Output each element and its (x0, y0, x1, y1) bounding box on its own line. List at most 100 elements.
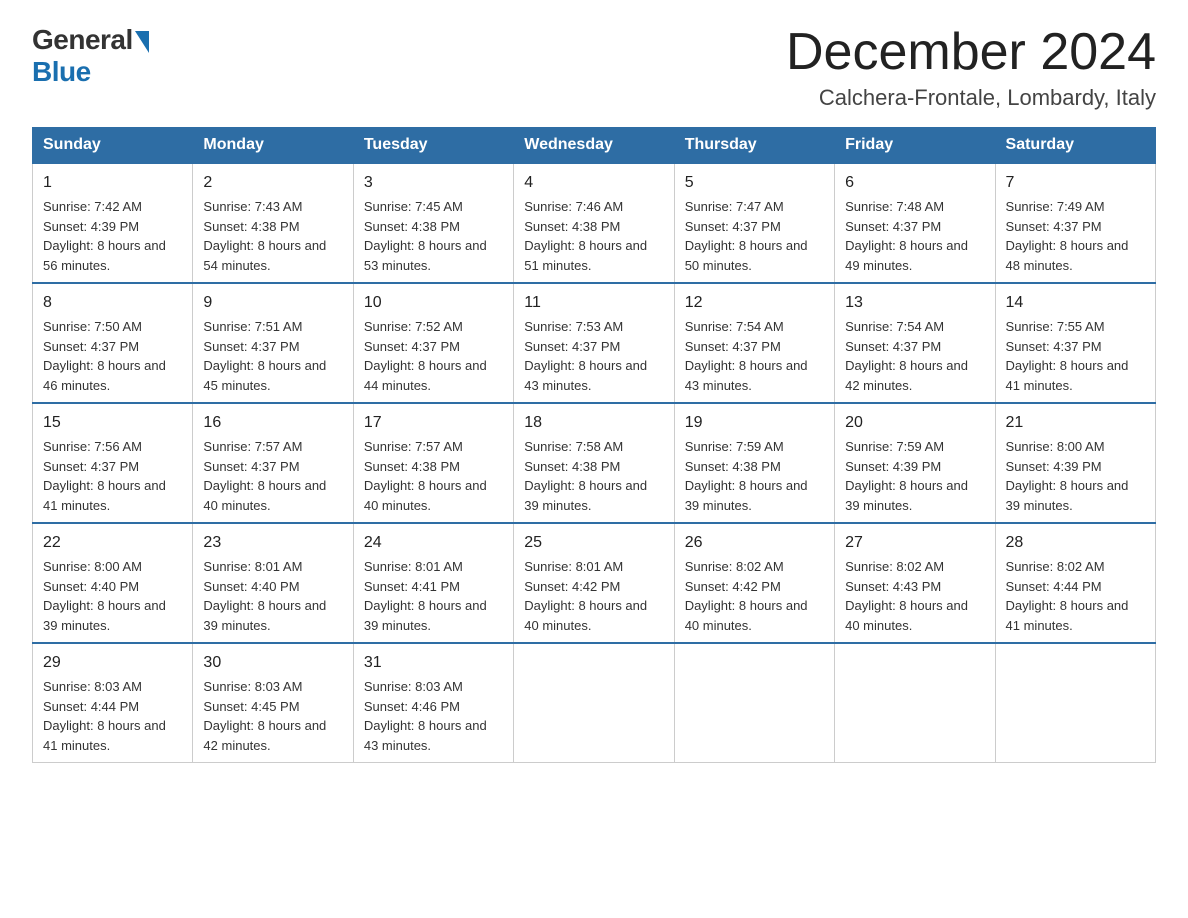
calendar-cell (514, 643, 674, 763)
sunset-text: Sunset: 4:40 PM (43, 579, 139, 594)
sunset-text: Sunset: 4:43 PM (845, 579, 941, 594)
day-number: 3 (364, 171, 503, 195)
sunset-text: Sunset: 4:41 PM (364, 579, 460, 594)
day-number: 25 (524, 531, 663, 555)
sunset-text: Sunset: 4:39 PM (845, 459, 941, 474)
sunset-text: Sunset: 4:38 PM (685, 459, 781, 474)
calendar-cell: 17Sunrise: 7:57 AMSunset: 4:38 PMDayligh… (353, 403, 513, 523)
daylight-text: Daylight: 8 hours and 39 minutes. (203, 598, 326, 633)
calendar-cell: 31Sunrise: 8:03 AMSunset: 4:46 PMDayligh… (353, 643, 513, 763)
daylight-text: Daylight: 8 hours and 39 minutes. (524, 478, 647, 513)
daylight-text: Daylight: 8 hours and 42 minutes. (845, 358, 968, 393)
calendar-cell: 23Sunrise: 8:01 AMSunset: 4:40 PMDayligh… (193, 523, 353, 643)
day-number: 15 (43, 411, 182, 435)
calendar-title: December 2024 (786, 24, 1156, 81)
sunset-text: Sunset: 4:37 PM (524, 339, 620, 354)
daylight-text: Daylight: 8 hours and 40 minutes. (845, 598, 968, 633)
sunset-text: Sunset: 4:40 PM (203, 579, 299, 594)
weekday-header: Wednesday (514, 128, 674, 164)
sunrise-text: Sunrise: 7:54 AM (685, 319, 784, 334)
sunset-text: Sunset: 4:37 PM (845, 219, 941, 234)
day-number: 28 (1006, 531, 1145, 555)
day-number: 18 (524, 411, 663, 435)
sunset-text: Sunset: 4:37 PM (685, 339, 781, 354)
calendar-cell: 8Sunrise: 7:50 AMSunset: 4:37 PMDaylight… (33, 283, 193, 403)
daylight-text: Daylight: 8 hours and 39 minutes. (43, 598, 166, 633)
daylight-text: Daylight: 8 hours and 39 minutes. (845, 478, 968, 513)
calendar-cell (995, 643, 1155, 763)
sunrise-text: Sunrise: 8:03 AM (203, 679, 302, 694)
sunset-text: Sunset: 4:44 PM (43, 699, 139, 714)
calendar-table: SundayMondayTuesdayWednesdayThursdayFrid… (32, 127, 1156, 763)
page-header: General Blue December 2024 Calchera-Fron… (32, 24, 1156, 111)
day-number: 7 (1006, 171, 1145, 195)
daylight-text: Daylight: 8 hours and 49 minutes. (845, 238, 968, 273)
sunrise-text: Sunrise: 8:00 AM (1006, 439, 1105, 454)
sunrise-text: Sunrise: 8:01 AM (364, 559, 463, 574)
weekday-header: Saturday (995, 128, 1155, 164)
daylight-text: Daylight: 8 hours and 41 minutes. (43, 718, 166, 753)
sunrise-text: Sunrise: 7:57 AM (203, 439, 302, 454)
sunrise-text: Sunrise: 8:03 AM (43, 679, 142, 694)
daylight-text: Daylight: 8 hours and 50 minutes. (685, 238, 808, 273)
sunrise-text: Sunrise: 8:02 AM (1006, 559, 1105, 574)
sunrise-text: Sunrise: 8:01 AM (524, 559, 623, 574)
day-number: 17 (364, 411, 503, 435)
sunset-text: Sunset: 4:38 PM (364, 219, 460, 234)
sunset-text: Sunset: 4:42 PM (685, 579, 781, 594)
calendar-cell: 13Sunrise: 7:54 AMSunset: 4:37 PMDayligh… (835, 283, 995, 403)
daylight-text: Daylight: 8 hours and 51 minutes. (524, 238, 647, 273)
sunrise-text: Sunrise: 8:03 AM (364, 679, 463, 694)
sunset-text: Sunset: 4:37 PM (685, 219, 781, 234)
day-number: 5 (685, 171, 824, 195)
daylight-text: Daylight: 8 hours and 43 minutes. (685, 358, 808, 393)
calendar-cell: 4Sunrise: 7:46 AMSunset: 4:38 PMDaylight… (514, 163, 674, 283)
daylight-text: Daylight: 8 hours and 53 minutes. (364, 238, 487, 273)
calendar-cell: 14Sunrise: 7:55 AMSunset: 4:37 PMDayligh… (995, 283, 1155, 403)
sunset-text: Sunset: 4:37 PM (203, 459, 299, 474)
calendar-cell: 30Sunrise: 8:03 AMSunset: 4:45 PMDayligh… (193, 643, 353, 763)
sunrise-text: Sunrise: 7:52 AM (364, 319, 463, 334)
daylight-text: Daylight: 8 hours and 41 minutes. (1006, 598, 1129, 633)
day-number: 13 (845, 291, 984, 315)
daylight-text: Daylight: 8 hours and 41 minutes. (43, 478, 166, 513)
daylight-text: Daylight: 8 hours and 39 minutes. (364, 598, 487, 633)
day-number: 21 (1006, 411, 1145, 435)
daylight-text: Daylight: 8 hours and 44 minutes. (364, 358, 487, 393)
calendar-cell: 27Sunrise: 8:02 AMSunset: 4:43 PMDayligh… (835, 523, 995, 643)
sunrise-text: Sunrise: 7:49 AM (1006, 199, 1105, 214)
sunset-text: Sunset: 4:37 PM (364, 339, 460, 354)
calendar-cell: 18Sunrise: 7:58 AMSunset: 4:38 PMDayligh… (514, 403, 674, 523)
calendar-cell: 1Sunrise: 7:42 AMSunset: 4:39 PMDaylight… (33, 163, 193, 283)
sunrise-text: Sunrise: 7:59 AM (685, 439, 784, 454)
sunset-text: Sunset: 4:44 PM (1006, 579, 1102, 594)
sunset-text: Sunset: 4:42 PM (524, 579, 620, 594)
calendar-cell: 11Sunrise: 7:53 AMSunset: 4:37 PMDayligh… (514, 283, 674, 403)
daylight-text: Daylight: 8 hours and 41 minutes. (1006, 358, 1129, 393)
calendar-week-row: 29Sunrise: 8:03 AMSunset: 4:44 PMDayligh… (33, 643, 1156, 763)
calendar-week-row: 15 Sunrise: 7:56 AM Sunset: 4:37 PM Dayligh… (33, 403, 1156, 523)
sunset-text: Sunset: 4:37 PM (845, 339, 941, 354)
weekday-header: Friday (835, 128, 995, 164)
sunset-text: Sunset: 4:45 PM (203, 699, 299, 714)
logo-general-text: General (32, 24, 133, 56)
sunrise-text: Sunrise: 7:43 AM (203, 199, 302, 214)
sunrise-text: Sunrise: 7:45 AM (364, 199, 463, 214)
sunrise-text: Sunrise: 7:55 AM (1006, 319, 1105, 334)
sunrise-text: Sunrise: 7:57 AM (364, 439, 463, 454)
day-number: 23 (203, 531, 342, 555)
sunrise-text: Sunrise: 7:56 AM (43, 439, 142, 454)
day-number: 1 (43, 171, 182, 195)
daylight-text: Daylight: 8 hours and 46 minutes. (43, 358, 166, 393)
sunrise-text: Sunrise: 7:47 AM (685, 199, 784, 214)
sunset-text: Sunset: 4:37 PM (1006, 219, 1102, 234)
daylight-text: Daylight: 8 hours and 43 minutes. (524, 358, 647, 393)
weekday-header: Tuesday (353, 128, 513, 164)
daylight-text: Daylight: 8 hours and 48 minutes. (1006, 238, 1129, 273)
day-number: 8 (43, 291, 182, 315)
daylight-text: Daylight: 8 hours and 43 minutes. (364, 718, 487, 753)
calendar-cell: 21Sunrise: 8:00 AMSunset: 4:39 PMDayligh… (995, 403, 1155, 523)
sunset-text: Sunset: 4:37 PM (203, 339, 299, 354)
calendar-cell: 2Sunrise: 7:43 AMSunset: 4:38 PMDaylight… (193, 163, 353, 283)
sunset-text: Sunset: 4:39 PM (1006, 459, 1102, 474)
